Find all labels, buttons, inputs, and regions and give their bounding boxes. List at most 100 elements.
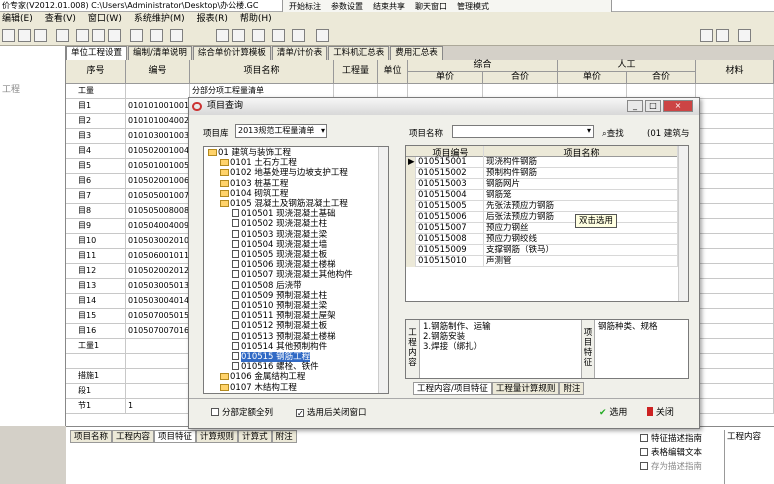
tools-icon[interactable] (716, 29, 729, 42)
tab-quantity-rules[interactable]: 工程量计算规则 (491, 382, 560, 395)
list-scrollbar[interactable] (678, 146, 688, 301)
tree-node[interactable]: 0104 砌筑工程 (220, 189, 288, 199)
tab-unit-settings[interactable]: 单位工程设置 (66, 46, 128, 60)
tree-node[interactable]: 010505 现浇混凝土板 (232, 250, 327, 260)
tab-item-feature[interactable]: 项目特征 (154, 430, 197, 443)
tree-node[interactable]: 010516 螺栓、铁件 (232, 362, 319, 372)
format-icon[interactable] (272, 29, 285, 42)
find-icon[interactable] (130, 29, 143, 42)
select-button[interactable]: ✔ 选用 (599, 405, 627, 418)
maximize-icon[interactable]: □ (645, 100, 661, 112)
tree-node[interactable]: 010511 预制混凝土屋架 (232, 311, 336, 321)
tab-calc-rules[interactable]: 计算规则 (196, 430, 239, 443)
tab-material-summary[interactable]: 工料机汇总表 (328, 46, 390, 60)
all-sections-option[interactable]: 分部定额全列 (211, 406, 273, 418)
document-icon (232, 352, 239, 360)
all-sections-checkbox[interactable] (211, 408, 219, 416)
close-icon[interactable]: × (663, 100, 693, 112)
list-item[interactable]: 010515002 预制构件钢筋 (406, 168, 678, 179)
tree-node[interactable]: 010512 预制混凝土板 (232, 321, 327, 331)
menu-help[interactable]: 帮助(H) (240, 12, 272, 26)
end-share-button[interactable]: 结束共享 (373, 1, 405, 12)
printer-icon[interactable] (738, 29, 751, 42)
tree-scrollbar[interactable] (378, 147, 388, 393)
library-select[interactable]: 2013规范工程量清单 ▾ (235, 124, 327, 138)
list-item[interactable]: 010515008 预应力钢绞线 (406, 234, 678, 245)
link-icon[interactable] (150, 29, 163, 42)
minimize-icon[interactable]: _ (627, 100, 643, 112)
options-icon[interactable] (292, 29, 305, 42)
list-icon[interactable] (170, 29, 183, 42)
tree-node[interactable]: 010513 预制混凝土楼梯 (232, 331, 336, 342)
list-item[interactable]: 010515004 钢筋笼 (406, 190, 678, 201)
list-item[interactable]: 010515009 支撑钢筋（铁马） (406, 245, 678, 256)
tree-node[interactable]: 01 建筑与装饰工程 (208, 148, 291, 158)
tab-notes[interactable]: 附注 (271, 430, 297, 443)
tree-node[interactable]: 010503 现浇混凝土梁 (232, 229, 327, 240)
list-item[interactable]: ▶ 010515001 现浇构件钢筋 (406, 157, 678, 168)
tree-node[interactable]: 010514 其他预制构件 (232, 341, 327, 352)
tab-dialog-notes[interactable]: 附注 (559, 382, 585, 395)
tree-node[interactable]: 010501 现浇混凝土基础 (232, 209, 336, 219)
tab-bill-table[interactable]: 清单/计价表 (271, 46, 328, 60)
menu-report[interactable]: 报表(R) (197, 12, 228, 26)
menu-edit[interactable]: 编辑(E) (2, 12, 33, 26)
books-icon[interactable] (700, 29, 713, 42)
chat-window-button[interactable]: 聊天窗口 (415, 1, 447, 12)
new-icon[interactable] (2, 29, 15, 42)
undo-icon[interactable] (216, 29, 229, 42)
tab-description[interactable]: 编制/清单说明 (128, 46, 192, 60)
feature-guide-button[interactable]: 特征描述指南 (640, 432, 724, 446)
tree-node[interactable]: 010506 现浇混凝土楼梯 (232, 260, 336, 270)
print-icon[interactable] (56, 29, 69, 42)
menu-window[interactable]: 窗口(W) (88, 12, 122, 26)
menu-system[interactable]: 系统维护(M) (134, 12, 185, 26)
col-name: 项目名称 (190, 60, 334, 84)
tree-node[interactable]: 010510 预制混凝土梁 (232, 301, 327, 311)
param-settings-button[interactable]: 参数设置 (331, 1, 363, 12)
menu-view[interactable]: 查看(V) (45, 12, 76, 26)
lock-icon[interactable] (252, 29, 265, 42)
search-button[interactable]: ⌕查找 (602, 127, 624, 139)
tree-node[interactable]: 0103 桩基工程 (220, 179, 288, 189)
tab-price-template[interactable]: 综合单价计算模板 (192, 46, 271, 60)
tree-node[interactable]: 010507 现浇混凝土其他构件 (232, 270, 353, 280)
page-icon[interactable] (316, 29, 329, 42)
tree-node[interactable]: 0102 地基处理与边坡支护工程 (220, 168, 348, 178)
paste-icon[interactable] (108, 29, 121, 42)
save-icon[interactable] (34, 29, 47, 42)
tree-node[interactable]: 0107 木结构工程 (220, 383, 297, 393)
copy-icon[interactable] (92, 29, 105, 42)
tree-node[interactable]: 0105 混凝土及钢筋混凝土工程 (220, 199, 348, 209)
cut-icon[interactable] (76, 29, 89, 42)
search-label: 查找 (606, 129, 624, 139)
save-guide-button[interactable]: 存为描述指南 (640, 460, 724, 474)
tree-node[interactable]: 010502 现浇混凝土柱 (232, 219, 327, 229)
close-after-option[interactable]: ✓ 选用后关闭窗口 (296, 406, 367, 418)
table-edit-button[interactable]: 表格编辑文本 (640, 446, 724, 460)
admin-mode-button[interactable]: 管理模式 (457, 1, 489, 12)
tree-node[interactable]: 0101 土石方工程 (220, 158, 297, 168)
tree-node[interactable]: 010515 钢筋工程 (232, 352, 311, 362)
close-button[interactable]: 关闭 (647, 405, 674, 418)
start-annotate-button[interactable]: 开始标注 (289, 1, 321, 12)
list-item[interactable]: 010515005 先张法预应力钢筋 (406, 201, 678, 212)
tree-node[interactable]: 010509 预制混凝土柱 (232, 290, 327, 301)
redo-icon[interactable] (232, 29, 245, 42)
close-after-checkbox[interactable]: ✓ (296, 409, 304, 418)
tree-node[interactable]: 010508 后浇带 (232, 280, 302, 291)
open-icon[interactable] (18, 29, 31, 42)
list-item[interactable]: 010515006 后张法预应力钢筋 (406, 212, 678, 223)
tree-node[interactable]: 0106 金属结构工程 (220, 372, 305, 382)
tree-node[interactable]: 010504 现浇混凝土墙 (232, 239, 327, 250)
tab-content-feature[interactable]: 工程内容/项目特征 (413, 382, 492, 395)
tab-fee-summary[interactable]: 费用汇总表 (390, 46, 443, 60)
list-item[interactable]: 010515010 声测管 (406, 256, 678, 267)
list-item[interactable]: 010515003 钢筋网片 (406, 179, 678, 190)
tab-formula[interactable]: 计算式 (238, 430, 272, 443)
name-search-input[interactable]: ▾ (452, 125, 594, 138)
tab-work-content[interactable]: 工程内容 (112, 430, 155, 443)
tree-node-label: 010513 预制混凝土楼梯 (241, 331, 336, 342)
list-item[interactable]: 010515007 预应力钢丝 (406, 223, 678, 234)
tab-item-name[interactable]: 项目名称 (70, 430, 113, 443)
